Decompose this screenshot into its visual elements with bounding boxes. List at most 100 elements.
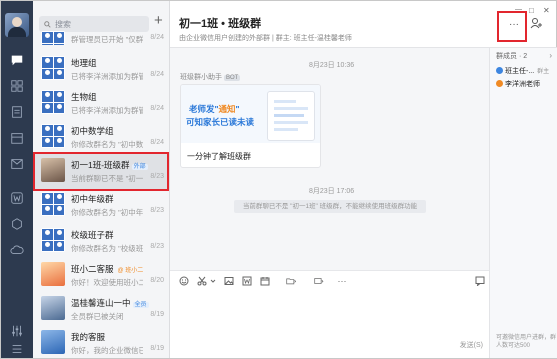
folder-icon[interactable] [284,276,298,286]
group-avatar [41,228,65,252]
scissors-icon[interactable] [197,276,207,286]
chevron-down-icon[interactable] [210,276,216,286]
calendar-icon[interactable] [9,130,25,146]
card-caption: 一分钟了解班级群 [187,152,251,161]
list-item-name: 地理组 [71,58,97,68]
mention-tag: @ 班小二 [117,268,144,274]
bot-tag: BOT [224,75,241,81]
message-icon[interactable] [9,52,25,68]
list-item-name: 初中年级群 [71,194,114,204]
chat-subtitle: 由企业微信用户创建的外部群 | 群主: 班主任-温桂馨老师 [179,35,352,42]
chat-pane: 初一1班 • 班级群 由企业微信用户创建的外部群 | 群主: 班主任-温桂馨老师… [170,1,489,358]
doc-icon[interactable] [9,104,25,120]
system-message: 当前群聊已不是 "初一1班" 班级群，不能继续使用班级群功能 [234,200,426,213]
card-headline-2: 可知家长已读未读 [186,117,255,127]
list-item-date: 8/20 [150,277,164,284]
list-item[interactable]: 班小二客服@ 班小二 你好！欢迎使用班小二... 8/20 [33,257,169,294]
list-item-date: 8/24 [150,139,164,146]
menu-icon[interactable] [9,341,25,357]
link-card[interactable]: 老师发"通知" 可知家长已读未读 一分钟了解班级群 [180,84,321,168]
list-item[interactable]: 群管理员已开始 "仅群... 8/24 [33,31,169,51]
contact-avatar [41,296,65,320]
list-item-date: 8/24 [150,71,164,78]
list-item-preview: 已将李洋洲添加为群管... [71,72,143,81]
member-avatar [496,67,503,74]
list-item-name: 温桂馨连山一中 全员 [71,298,149,308]
word-doc-icon[interactable] [9,190,25,206]
list-item-date: 8/23 [150,207,164,214]
list-item-name: 生物组 [71,92,97,102]
list-item-preview: 你好，我的企业微信已... [71,346,143,355]
settings-sliders-icon[interactable] [9,323,25,339]
group-avatar [41,192,65,216]
highlight-box [497,11,527,42]
message-area: 8月23日 10:36 班级群小助手 BOT 老师发"通知" 可知家长已读未读 一… [170,48,489,270]
list-item-name: 我的客服 [71,332,106,342]
message-sender: 班级群小助手 BOT [180,74,241,81]
list-item-preview: 你修改群名为 "初中年... [71,208,143,217]
chat-title: 初一1班 • 班级群 [179,18,262,30]
list-item-preview: 全员群已被关闭 [71,312,124,321]
word-file-icon[interactable] [242,276,252,286]
list-item[interactable]: 温桂馨连山一中 全员 全员群已被关闭 8/19 [33,291,169,328]
list-item-date: 8/24 [150,34,164,41]
wecom-window: 搜索 + 群管理员已开始 "仅群... 8/24 地理组 已将李洋洲添加为群管.… [0,0,557,359]
mail-icon[interactable] [9,156,25,172]
list-item[interactable]: 我的客服 你好，我的企业微信已... 8/19 [33,325,169,358]
group-avatar [41,31,65,45]
list-item-date: 8/23 [150,243,164,250]
list-item[interactable]: 初中年级群 你修改群名为 "初中年... 8/23 [33,187,169,224]
list-item-date: 8/19 [150,311,164,318]
list-item-preview: 你好！欢迎使用班小二... [71,278,143,287]
group-avatar [41,56,65,80]
list-item[interactable]: 初中数学组 你修改群名为 "初中数... 8/24 [33,119,169,156]
calendar-icon[interactable] [260,276,270,286]
members-panel: 群成员 · 2 › 班主任-... 群主 李洋洲老师 可邀微信用户进群，群人数可达… [489,48,557,358]
phone-illustration [267,91,315,141]
more-tools-icon[interactable]: ··· [336,276,348,286]
live-icon[interactable] [312,276,326,286]
maximize-icon[interactable]: □ [529,6,534,15]
list-item-name: 校级班子群 [71,230,114,240]
group-avatar [41,90,65,114]
list-item[interactable]: 校级班子群 你修改群名为 "校级班... 8/23 [33,223,169,260]
all-members-tag: 全员 [132,302,149,308]
search-icon [44,20,51,28]
list-item-name: 初中数学组 [71,126,114,136]
search-placeholder: 搜索 [55,19,71,29]
input-toolbar: ··· [170,270,489,290]
cloud-icon[interactable] [9,242,25,258]
timestamp: 8月23日 10:36 [309,62,355,69]
emoji-icon[interactable] [179,276,189,286]
list-item-preview: 群管理员已开始 "仅群... [71,35,143,44]
contact-avatar [41,262,65,286]
card-headline: 老师发"通知" [189,104,240,114]
list-item[interactable]: 生物组 已将李洋洲添加为群管... 8/24 [33,85,169,122]
nav-bar [1,1,33,358]
card-image: 老师发"通知" 可知家长已读未读 [181,85,320,143]
chat-history-icon[interactable] [475,276,485,286]
close-icon[interactable]: ✕ [543,6,550,15]
list-item-date: 8/24 [150,105,164,112]
list-item-date: 8/19 [150,345,164,352]
group-avatar [41,124,65,148]
search-input[interactable]: 搜索 [39,16,149,32]
member-item[interactable]: 李洋洲老师 [496,79,540,89]
list-item[interactable]: 地理组 已将李洋洲添加为群管... 8/24 [33,51,169,88]
member-item[interactable]: 班主任-... 群主 [496,66,549,76]
send-button[interactable]: 发送(S) [460,340,483,350]
timestamp: 8月23日 17:06 [309,188,355,195]
user-avatar[interactable] [5,13,29,37]
member-avatar [496,80,503,87]
owner-tag: 群主 [537,69,550,75]
list-item-preview: 你修改群名为 "校级班... [71,244,143,253]
contacts-icon[interactable] [9,78,25,94]
add-member-icon[interactable] [530,17,543,32]
image-icon[interactable] [224,276,234,286]
contact-avatar [41,330,65,354]
add-icon[interactable]: + [154,12,163,29]
workbench-icon[interactable] [9,216,25,232]
expand-icon[interactable]: › [549,51,552,60]
members-footer: 可邀微信用户进群，群人数可达500 [496,335,557,349]
members-title: 群成员 · 2 [496,53,528,60]
